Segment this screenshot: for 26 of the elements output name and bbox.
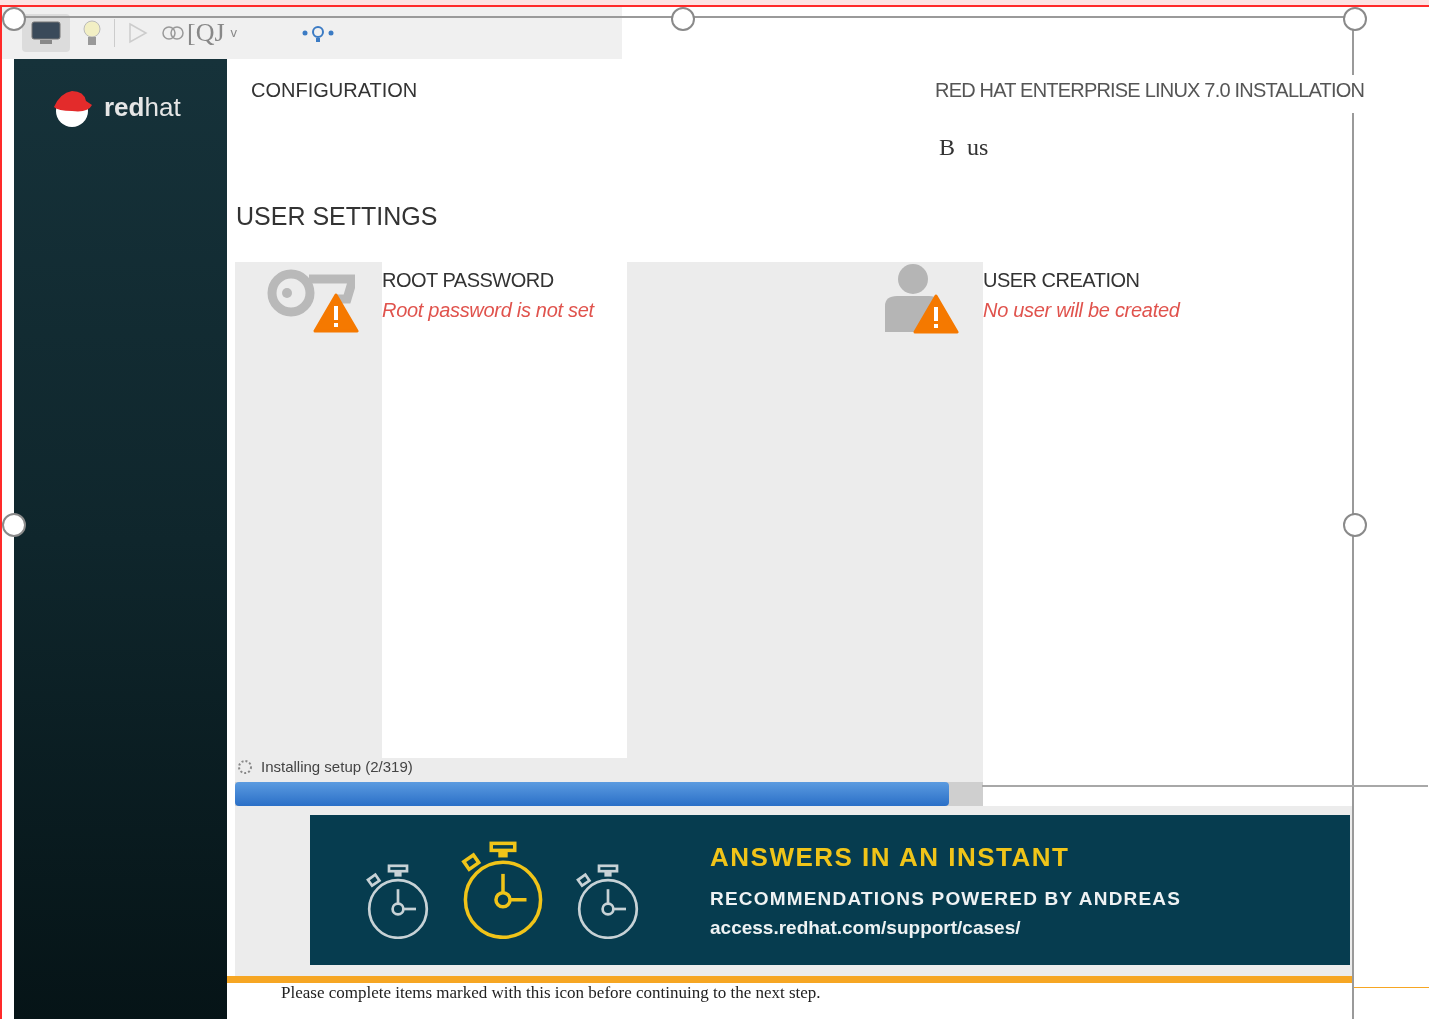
spinner-icon: [237, 759, 253, 775]
banner-link[interactable]: access.redhat.com/support/cases/: [710, 913, 1182, 942]
page-title: CONFIGURATION: [251, 78, 419, 103]
product-title: RED HAT ENTERPRISE LINUX 7.0 INSTALLATION: [935, 78, 1365, 103]
spoke-title[interactable]: USER CREATION: [983, 265, 1180, 295]
key-icon: [267, 267, 355, 319]
keyboard-layout: B us: [939, 133, 990, 162]
monitor-button[interactable]: [22, 14, 70, 52]
footer-message: Please complete items marked with this icon before continuing to the next step.: [281, 983, 822, 1003]
resize-handle[interactable]: [1343, 513, 1367, 537]
progress-label: Installing setup (2/319): [261, 758, 413, 776]
toolbar-label: [QJ: [187, 20, 225, 46]
spoke-title[interactable]: ROOT PASSWORD: [382, 265, 627, 295]
banner-subline: RECOMMENDATIONS POWERED BY ANDREAS: [710, 887, 1182, 911]
spoke-status: Root password is not set: [382, 298, 596, 323]
resize-handle[interactable]: [2, 513, 26, 537]
lightbulb-icon[interactable]: [82, 19, 102, 47]
node-icon[interactable]: [301, 23, 336, 43]
banner-headline: ANSWERS IN AN INSTANT: [710, 841, 1071, 874]
monitor-icon: [31, 21, 61, 45]
link-icon[interactable]: [161, 25, 185, 41]
spoke-status: No user will be created: [983, 298, 1180, 323]
resize-handle[interactable]: [1343, 7, 1367, 31]
section-title: USER SETTINGS: [236, 201, 439, 232]
resize-handle[interactable]: [671, 7, 695, 31]
logo-text: redhat: [104, 90, 181, 124]
